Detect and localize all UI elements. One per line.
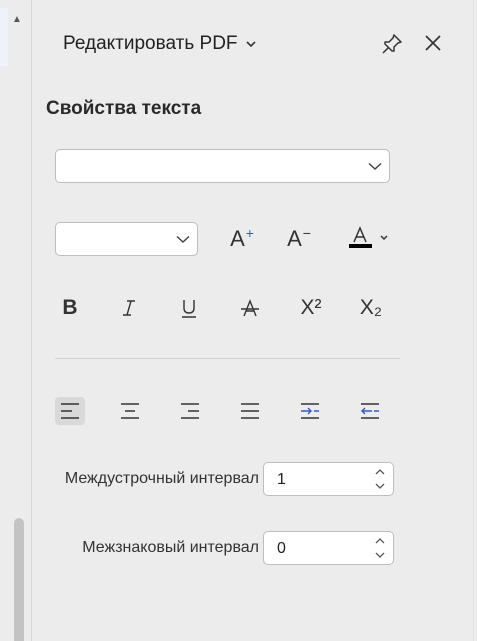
chevron-up-icon[interactable] [374, 536, 386, 546]
text-color-button[interactable] [346, 222, 392, 256]
align-right-icon [181, 403, 199, 419]
bold-button[interactable]: B [55, 293, 85, 323]
line-spacing-label: Междустрочный интервал [64, 470, 259, 487]
chevron-down-icon[interactable] [374, 550, 386, 560]
minus-mark: − [302, 225, 311, 241]
indent-decrease-icon [361, 403, 379, 419]
align-right-button[interactable] [175, 397, 205, 425]
align-center-button[interactable] [115, 397, 145, 425]
char-spacing-stepper[interactable]: 0 [263, 531, 394, 565]
right-edge [473, 0, 474, 641]
superscript-button[interactable]: X² [296, 293, 326, 323]
chevron-down-icon [368, 162, 382, 171]
scroll-up-arrow-icon[interactable]: ▲ [12, 15, 22, 25]
section-title: Свойства текста [46, 98, 202, 119]
chevron-down-icon [176, 235, 190, 244]
decrease-indent-button[interactable] [355, 397, 385, 425]
chevron-down-icon[interactable] [374, 481, 386, 491]
char-spacing-label: Межзнаковый интервал [82, 539, 259, 556]
shrink-font-icon: A [287, 226, 302, 251]
italic-icon [123, 300, 135, 316]
align-left-icon [61, 403, 79, 419]
increase-indent-button[interactable] [295, 397, 325, 425]
align-left-button[interactable] [55, 397, 85, 425]
strikethrough-icon [241, 299, 259, 317]
strikethrough-button[interactable] [235, 293, 265, 323]
indent-increase-icon [301, 403, 319, 419]
align-justify-icon [241, 403, 259, 419]
align-center-icon [121, 403, 139, 419]
underline-button[interactable] [174, 293, 204, 323]
panel-title-label: Редактировать PDF [63, 33, 238, 54]
underline-icon [182, 300, 196, 318]
close-icon[interactable] [422, 32, 444, 54]
font-family-select[interactable] [55, 149, 390, 183]
font-color-icon [349, 226, 388, 248]
align-justify-button[interactable] [235, 397, 265, 425]
line-spacing-label-clip: Междустрочный интервал [56, 462, 259, 496]
line-spacing-stepper[interactable]: 1 [263, 462, 394, 496]
panel-title-dropdown[interactable]: Редактировать PDF [63, 33, 256, 55]
char-spacing-row: Межзнаковый интервал 0 [34, 531, 399, 565]
chevron-up-icon[interactable] [374, 467, 386, 477]
pin-icon[interactable] [380, 32, 404, 56]
line-spacing-value[interactable]: 1 [277, 471, 286, 489]
panel-divider [31, 0, 32, 641]
section-divider [55, 358, 400, 359]
subscript-button[interactable]: X₂ [356, 293, 386, 323]
char-spacing-value[interactable]: 0 [277, 540, 286, 558]
scrollbar-thumb[interactable] [14, 518, 24, 641]
font-size-select[interactable] [55, 222, 198, 256]
left-gutter: ▲ [0, 0, 32, 641]
italic-button[interactable] [114, 293, 144, 323]
document-edge [0, 8, 8, 66]
chevron-down-icon [245, 39, 256, 51]
decrease-font-size-button[interactable]: A − [283, 224, 315, 254]
plus-mark: + [245, 225, 254, 241]
bold-icon: B [62, 296, 78, 319]
line-spacing-row: Междустрочный интервал 1 [34, 462, 399, 496]
grow-font-icon: A [230, 226, 245, 251]
char-spacing-label-clip: Межзнаковый интервал [56, 531, 259, 565]
superscript-icon: X² [300, 296, 322, 319]
subscript-icon: X₂ [359, 296, 383, 319]
increase-font-size-button[interactable]: A + [226, 224, 258, 254]
